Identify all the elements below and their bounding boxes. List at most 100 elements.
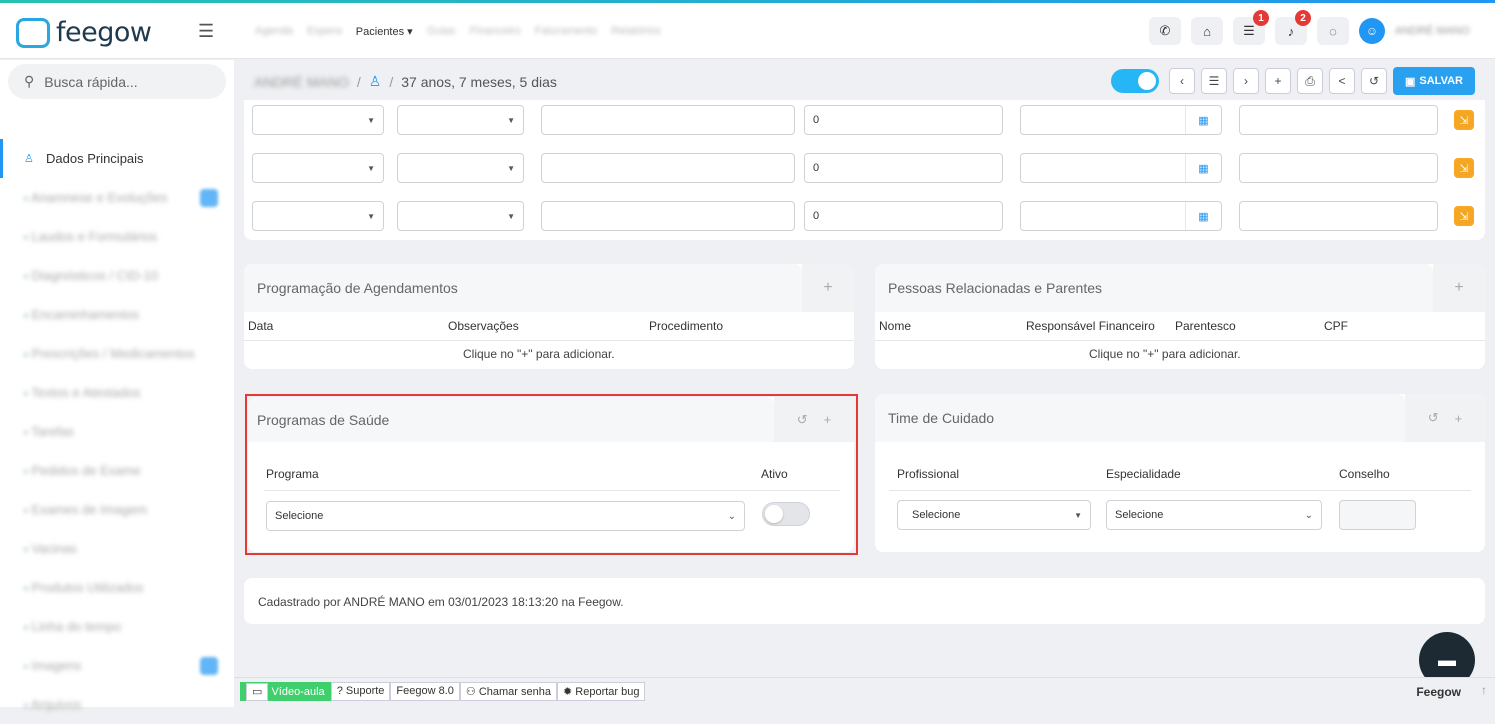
sidebar-item-encaminhamentos[interactable]: ▪ Encaminhamentos	[0, 295, 234, 334]
nav-item-espera[interactable]: Espera	[307, 25, 342, 38]
logo[interactable]: feegow	[16, 17, 152, 48]
nav-item-agenda[interactable]: Agenda	[255, 25, 293, 38]
chamar-senha-button[interactable]: ⚇ Chamar senha	[459, 682, 557, 701]
nav-item-faturamento[interactable]: Faturamento	[535, 25, 597, 38]
type-select[interactable]: ▼	[252, 201, 384, 231]
sidebar-item-diagnosticos[interactable]: ▪ Diagnósticos / CID-10	[0, 256, 234, 295]
type-select[interactable]: ▼	[252, 105, 384, 135]
calendar-icon[interactable]: ▦	[1185, 106, 1221, 134]
sidebar-item-label: Produtos Utilizados	[31, 580, 144, 595]
tasks-icon[interactable]: ☰ 1	[1233, 10, 1269, 45]
sidebar-item-dados-principais[interactable]: ♙ Dados Principais	[0, 139, 234, 178]
sidebar-item-arquivos[interactable]: ▪ Arquivos	[0, 685, 234, 724]
date-input[interactable]: ▦	[1020, 153, 1222, 183]
profissional-select[interactable]: Selecione ▼	[897, 500, 1091, 530]
notes-input[interactable]	[1239, 153, 1438, 183]
sidebar-item-vacinas[interactable]: ▪ Vacinas	[0, 529, 234, 568]
print-icon[interactable]: ⎙	[1297, 68, 1323, 94]
inbox-icon[interactable]: ⌂	[1191, 17, 1223, 45]
list-icon[interactable]: ☰	[1201, 68, 1227, 94]
sidebar-item-produtos[interactable]: ▪ Produtos Utilizados	[0, 568, 234, 607]
footer-label: Reportar bug	[575, 686, 640, 698]
conselho-input[interactable]	[1339, 500, 1416, 530]
col-parentesco: Parentesco	[1175, 319, 1236, 333]
chat-icon[interactable]: ◌	[1317, 17, 1349, 45]
check-icon: ▪	[24, 427, 28, 439]
sidebar-item-linha-tempo[interactable]: ▪ Linha do tempo	[0, 607, 234, 646]
sidebar-item-imagens[interactable]: ▪ Imagens	[0, 646, 234, 685]
sidebar-item-pedidos-exame[interactable]: ▪ Pedidos de Exame	[0, 451, 234, 490]
nav-item-financeiro[interactable]: Financeiro	[469, 25, 520, 38]
user-name[interactable]: ANDRÉ MANO	[1395, 25, 1475, 37]
sidebar-menu: ♙ Dados Principais ▪ Anamnese e Evoluções…	[0, 139, 234, 724]
expand-icon[interactable]: ⇲	[1454, 158, 1474, 178]
share-icon[interactable]: <	[1329, 68, 1355, 94]
scroll-top-icon[interactable]: ↑	[1481, 683, 1487, 697]
card-title: Pessoas Relacionadas e Parentes	[875, 264, 1433, 312]
chevron-right-icon[interactable]: ›	[1233, 68, 1259, 94]
help-icon: ?	[336, 685, 343, 697]
video-icon: ▭	[246, 683, 269, 701]
date-input[interactable]: ▦	[1020, 201, 1222, 231]
plus-icon[interactable]: +	[1455, 411, 1463, 426]
description-input[interactable]	[541, 105, 795, 135]
value-input[interactable]: 0	[804, 105, 1003, 135]
category-select[interactable]: ▼	[397, 201, 524, 231]
description-input[interactable]	[541, 153, 795, 183]
calendar-icon[interactable]: ▦	[1185, 202, 1221, 230]
sidebar-item-label: Linha do tempo	[31, 619, 122, 634]
phone-icon[interactable]: ✆	[1149, 17, 1181, 45]
sidebar-item-exames-imagem[interactable]: ▪ Exames de Imagem	[0, 490, 234, 529]
menu-toggle-icon[interactable]: ☰	[198, 21, 214, 42]
expand-icon[interactable]: ⇲	[1454, 206, 1474, 226]
category-select[interactable]: ▼	[397, 105, 524, 135]
select-value: Selecione	[1115, 509, 1164, 521]
search-placeholder: Busca rápida...	[44, 73, 138, 90]
sidebar-item-textos[interactable]: ▪ Textos e Atestados	[0, 373, 234, 412]
value-input[interactable]: 0	[804, 201, 1003, 231]
card-title: Programação de Agendamentos	[244, 264, 802, 312]
sidebar-badge	[200, 188, 218, 207]
list-icon: ▪	[24, 193, 28, 205]
notes-input[interactable]	[1239, 201, 1438, 231]
sidebar-item-label: Encaminhamentos	[31, 307, 140, 322]
search-input[interactable]: ⚲ Busca rápida...	[8, 64, 226, 99]
file-icon: ▪	[24, 466, 28, 478]
chevron-left-icon[interactable]: ‹	[1169, 68, 1195, 94]
description-input[interactable]	[541, 201, 795, 231]
sidebar-item-tarefas[interactable]: ▪ Tarefas	[0, 412, 234, 451]
reportar-bug-button[interactable]: ✹ Reportar bug	[556, 682, 646, 701]
nav-item-relatorios[interactable]: Relatórios	[611, 25, 661, 38]
especialidade-select[interactable]: Selecione ⌄	[1106, 500, 1322, 530]
cadastro-card: Cadastrado por ANDRÉ MANO em 03/01/2023 …	[244, 578, 1485, 624]
form-rows-card: ▼ ▼ 0 ▦ ⇲ ▼ ▼ 0 ▦ ⇲ ▼ ▼ 0 ▦ ⇲	[244, 100, 1485, 240]
sidebar-item-prescricoes[interactable]: ▪ Prescrições / Medicamentos	[0, 334, 234, 373]
add-agendamento-button[interactable]: +	[802, 264, 854, 312]
top-header: feegow ☰ Agenda Espera Pacientes ▾ Guias…	[0, 3, 1495, 59]
active-toggle[interactable]	[1111, 69, 1159, 93]
plus-icon[interactable]: +	[1265, 68, 1291, 94]
file-icon: ▪	[24, 232, 28, 244]
sidebar-item-anamnese[interactable]: ▪ Anamnese e Evoluções	[0, 178, 234, 217]
type-select[interactable]: ▼	[252, 153, 384, 183]
suporte-link[interactable]: ? Suporte	[330, 682, 391, 701]
select-value: Selecione	[912, 509, 961, 521]
sidebar-item-label: Tarefas	[31, 424, 74, 439]
bell-icon[interactable]: ♪ 2	[1275, 10, 1311, 45]
category-select[interactable]: ▼	[397, 153, 524, 183]
history-icon[interactable]: ↺	[1428, 410, 1439, 426]
value-input[interactable]: 0	[804, 153, 1003, 183]
history-icon[interactable]: ↺	[1361, 68, 1387, 94]
calendar-icon[interactable]: ▦	[1185, 154, 1221, 182]
avatar[interactable]: ☺	[1359, 18, 1385, 44]
save-button[interactable]: ▣ SALVAR	[1393, 67, 1475, 95]
add-pessoa-button[interactable]: +	[1433, 264, 1485, 312]
nav-item-pacientes[interactable]: Pacientes ▾	[356, 25, 413, 38]
notes-input[interactable]	[1239, 105, 1438, 135]
video-aula-button[interactable]: ▭ Vídeo-aula	[240, 682, 331, 701]
expand-icon[interactable]: ⇲	[1454, 110, 1474, 130]
date-input[interactable]: ▦	[1020, 105, 1222, 135]
sidebar-item-laudos[interactable]: ▪ Laudos e Formulários	[0, 217, 234, 256]
nav-item-guias[interactable]: Guias	[427, 25, 456, 38]
sidebar-item-label: Arquivos	[30, 697, 82, 712]
